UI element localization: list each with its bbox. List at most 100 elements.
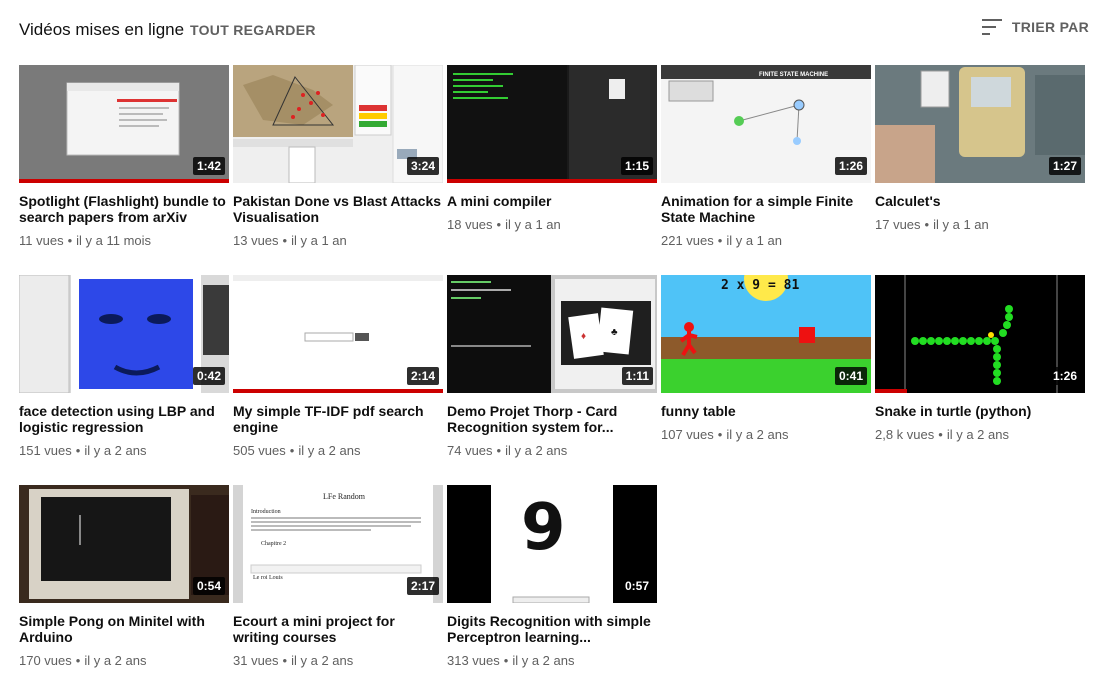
video-meta: 13 vues • il y a 1 an: [233, 233, 347, 248]
video-card[interactable]: 2:14 My simple TF-IDF pdf search engine …: [233, 275, 443, 459]
duration-badge: 1:15: [620, 157, 653, 175]
drawn-digit: 9: [521, 491, 566, 565]
video-card[interactable]: 0:54 Simple Pong on Minitel with Arduino…: [19, 485, 229, 669]
fsm-title: FINITE STATE MACHINE: [759, 72, 828, 78]
video-title[interactable]: Demo Projet Thorp - Card Recognition sys…: [447, 403, 657, 435]
watched-progress: [233, 389, 443, 393]
video-meta: 313 vues • il y a 2 ans: [447, 653, 575, 668]
video-thumbnail[interactable]: 3:24: [233, 65, 443, 183]
watch-all-button[interactable]: TOUT REGARDER: [190, 22, 316, 38]
view-count: 31 vues: [233, 653, 279, 668]
view-count: 17 vues: [875, 217, 921, 232]
video-card[interactable]: 2 x 9 = 81 0:41 funny table 107 vues • il …: [661, 275, 871, 443]
svg-text:♦: ♦: [581, 331, 586, 342]
duration-badge: 0:57: [620, 577, 653, 595]
svg-text:♣: ♣: [611, 327, 618, 338]
video-meta: 74 vues • il y a 2 ans: [447, 443, 568, 458]
video-title[interactable]: Simple Pong on Minitel with Arduino: [19, 613, 229, 645]
upload-age: il y a 2 ans: [512, 653, 575, 668]
upload-age: il y a 1 an: [726, 233, 782, 248]
watched-progress: [875, 389, 907, 393]
view-count: 221 vues: [661, 233, 714, 248]
video-title[interactable]: Digits Recognition with simple Perceptro…: [447, 613, 657, 645]
video-title[interactable]: A mini compiler: [447, 193, 657, 209]
section-title: Vidéos mises en ligne: [19, 20, 185, 39]
video-thumbnail[interactable]: LFe Random Introduction Chapitre 2 Le ro…: [233, 485, 443, 603]
video-meta: 31 vues • il y a 2 ans: [233, 653, 354, 668]
upload-age: il y a 2 ans: [291, 653, 354, 668]
view-count: 505 vues: [233, 443, 286, 458]
duration-badge: 1:26: [1048, 367, 1081, 385]
upload-age: il y a 2 ans: [84, 653, 147, 668]
sort-button[interactable]: TRIER PAR: [981, 19, 1089, 35]
watched-progress: [447, 179, 657, 183]
video-title[interactable]: Ecourt a mini project for writing course…: [233, 613, 443, 645]
video-thumbnail[interactable]: 1:27: [875, 65, 1085, 183]
video-meta: 151 vues • il y a 2 ans: [19, 443, 147, 458]
video-meta: 11 vues • il y a 11 mois: [19, 233, 152, 248]
duration-badge: 2:17: [406, 577, 439, 595]
video-thumbnail[interactable]: 1:42: [19, 65, 229, 183]
video-card[interactable]: 1:15 A mini compiler 18 vues • il y a 1 an: [447, 65, 657, 233]
upload-age: il y a 11 mois: [76, 233, 152, 248]
doc-title: LFe Random: [323, 492, 366, 501]
section-header: Vidéos mises en ligne TOUT REGARDER TRIE…: [0, 0, 1112, 58]
duration-badge: 1:42: [192, 157, 225, 175]
upload-age: il y a 1 an: [933, 217, 989, 232]
video-title[interactable]: Calculet's: [875, 193, 1085, 209]
view-count: 151 vues: [19, 443, 72, 458]
video-card[interactable]: 1:27 Calculet's 17 vues • il y a 1 an: [875, 65, 1085, 233]
doc-line: Le roi Louis: [253, 575, 283, 581]
video-meta: 2,8 k vues • il y a 2 ans: [875, 427, 1009, 442]
equation-text: 2 x 9 = 81: [721, 278, 799, 293]
view-count: 74 vues: [447, 443, 493, 458]
duration-badge: 1:27: [1048, 157, 1081, 175]
video-card[interactable]: 9 0:57 Digits Recognition with simple Pe…: [447, 485, 657, 669]
video-thumbnail[interactable]: 0:42: [19, 275, 229, 393]
duration-badge: 1:11: [621, 367, 653, 385]
video-thumbnail[interactable]: FINITE STATE MACHINE 1:26: [661, 65, 871, 183]
video-title[interactable]: Snake in turtle (python): [875, 403, 1085, 419]
watched-progress: [19, 179, 229, 183]
video-title[interactable]: Pakistan Done vs Blast Attacks Visualisa…: [233, 193, 443, 225]
video-title[interactable]: face detection using LBP and logistic re…: [19, 403, 229, 435]
video-thumbnail[interactable]: 1:15: [447, 65, 657, 183]
view-count: 11 vues: [19, 233, 64, 248]
video-title[interactable]: Spotlight (Flashlight) bundle to search …: [19, 193, 229, 225]
duration-badge: 0:42: [192, 367, 225, 385]
video-card[interactable]: ♦ ♣ 1:11 Demo Projet Thorp - Card Recogn…: [447, 275, 657, 459]
video-thumbnail[interactable]: 2:14: [233, 275, 443, 393]
sort-icon: [981, 19, 1002, 35]
video-title[interactable]: funny table: [661, 403, 871, 419]
duration-badge: 2:14: [406, 367, 439, 385]
video-card[interactable]: 1:26 Snake in turtle (python) 2,8 k vues…: [875, 275, 1085, 443]
video-card[interactable]: 0:42 face detection using LBP and logist…: [19, 275, 229, 459]
doc-intro: Introduction: [251, 509, 281, 515]
video-card[interactable]: LFe Random Introduction Chapitre 2 Le ro…: [233, 485, 443, 669]
sort-label: TRIER PAR: [1011, 19, 1089, 35]
video-card[interactable]: FINITE STATE MACHINE 1:26 Animation for …: [661, 65, 871, 249]
view-count: 2,8 k vues: [875, 427, 935, 442]
upload-age: il y a 2 ans: [84, 443, 147, 458]
upload-age: il y a 2 ans: [726, 427, 789, 442]
upload-age: il y a 1 an: [505, 217, 561, 232]
view-count: 313 vues: [447, 653, 500, 668]
view-count: 13 vues: [233, 233, 279, 248]
video-thumbnail[interactable]: ♦ ♣ 1:11: [447, 275, 657, 393]
video-title[interactable]: Animation for a simple Finite State Mach…: [661, 193, 871, 225]
video-meta: 18 vues • il y a 1 an: [447, 217, 561, 232]
doc-chapter: Chapitre 2: [261, 541, 286, 547]
video-card[interactable]: 3:24 Pakistan Done vs Blast Attacks Visu…: [233, 65, 443, 249]
video-meta: 221 vues • il y a 1 an: [661, 233, 782, 248]
duration-badge: 0:54: [192, 577, 225, 595]
video-title[interactable]: My simple TF-IDF pdf search engine: [233, 403, 443, 435]
video-meta: 505 vues • il y a 2 ans: [233, 443, 361, 458]
upload-age: il y a 2 ans: [298, 443, 361, 458]
view-count: 170 vues: [19, 653, 72, 668]
video-card[interactable]: 1:42 Spotlight (Flashlight) bundle to se…: [19, 65, 229, 249]
video-thumbnail[interactable]: 0:54: [19, 485, 229, 603]
video-thumbnail[interactable]: 2 x 9 = 81 0:41: [661, 275, 871, 393]
video-thumbnail[interactable]: 9 0:57: [447, 485, 657, 603]
video-meta: 17 vues • il y a 1 an: [875, 217, 989, 232]
video-thumbnail[interactable]: 1:26: [875, 275, 1085, 393]
